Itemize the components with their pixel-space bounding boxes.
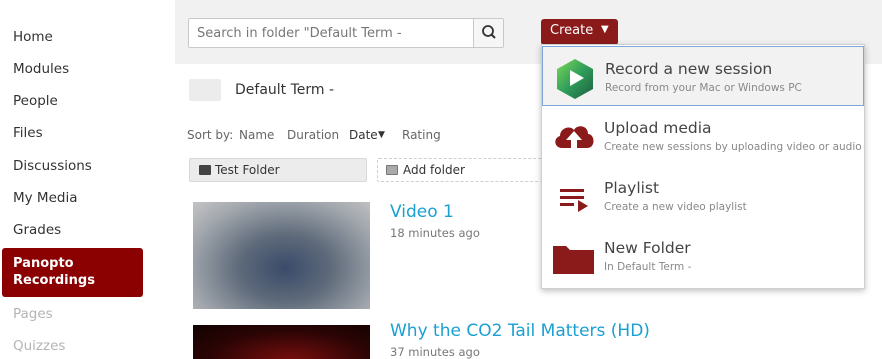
video-title-link[interactable]: Why the CO2 Tail Matters (HD) — [390, 321, 650, 341]
search-input[interactable] — [189, 19, 474, 47]
sort-date[interactable]: Date — [349, 128, 378, 142]
nav-grades[interactable]: Grades — [13, 222, 61, 238]
sort-duration[interactable]: Duration — [287, 128, 339, 142]
video-thumbnail[interactable] — [193, 325, 370, 359]
nav-modules[interactable]: Modules — [13, 61, 69, 77]
video-title-link[interactable]: Video 1 — [390, 202, 454, 222]
playlist-icon — [560, 189, 588, 212]
menu-item-subtitle: Create new sessions by uploading video o… — [604, 141, 862, 153]
search-icon — [482, 25, 496, 39]
video-meta: 37 minutes ago — [390, 345, 480, 359]
search-box — [188, 18, 504, 48]
cloud-upload-icon — [555, 126, 594, 150]
menu-record-session[interactable]: Record a new session Record from your Ma… — [542, 46, 864, 106]
nav-my-media[interactable]: My Media — [13, 190, 77, 206]
subfolder-test-folder[interactable]: Test Folder — [189, 158, 367, 182]
menu-item-title: Upload media — [604, 119, 712, 137]
course-nav-sidebar: Home Modules People Files Discussions My… — [0, 0, 175, 359]
sort-label: Sort by: — [187, 128, 234, 142]
folder-icon — [199, 165, 211, 175]
menu-upload-media[interactable]: Upload media Create new sessions by uplo… — [542, 106, 864, 166]
nav-panopto-recordings[interactable]: Panopto Recordings — [2, 248, 143, 297]
nav-discussions[interactable]: Discussions — [13, 158, 92, 174]
sort-rating[interactable]: Rating — [402, 128, 441, 142]
menu-new-folder[interactable]: New Folder In Default Term - — [542, 226, 864, 286]
menu-item-title: Playlist — [604, 179, 660, 197]
folder-icon — [189, 79, 221, 101]
subfolder-label: Test Folder — [215, 163, 280, 177]
add-folder-label: Add folder — [403, 163, 465, 177]
folder-title: Default Term - — [235, 82, 335, 98]
menu-item-title: Record a new session — [605, 60, 773, 78]
folder-icon — [553, 246, 594, 274]
caret-down-icon: ▼ — [601, 24, 609, 35]
video-thumbnail[interactable] — [193, 202, 370, 309]
add-folder-button[interactable]: Add folder — [377, 158, 547, 182]
nav-quizzes[interactable]: Quizzes — [13, 338, 65, 354]
nav-pages[interactable]: Pages — [13, 306, 53, 322]
nav-files[interactable]: Files — [13, 125, 43, 141]
nav-home[interactable]: Home — [13, 29, 53, 45]
menu-item-subtitle: Record from your Mac or Windows PC — [605, 82, 802, 94]
panopto-logo-icon — [557, 59, 593, 99]
create-button[interactable]: Create ▼ — [541, 19, 618, 45]
menu-playlist[interactable]: Playlist Create a new video playlist — [542, 166, 864, 226]
menu-item-subtitle: Create a new video playlist — [604, 201, 747, 213]
search-button[interactable] — [473, 19, 503, 47]
sort-name[interactable]: Name — [239, 128, 274, 142]
create-menu: Record a new session Record from your Ma… — [541, 44, 865, 289]
video-meta: 18 minutes ago — [390, 226, 480, 240]
nav-people[interactable]: People — [13, 93, 58, 109]
menu-item-subtitle: In Default Term - — [604, 261, 692, 273]
sort-caret-icon: ▼ — [378, 130, 385, 140]
add-folder-icon — [386, 165, 398, 175]
menu-item-title: New Folder — [604, 239, 691, 257]
nav-panopto-label-line2: Recordings — [13, 273, 95, 288]
create-label: Create — [550, 23, 594, 38]
nav-panopto-label-line1: Panopto — [13, 256, 74, 271]
